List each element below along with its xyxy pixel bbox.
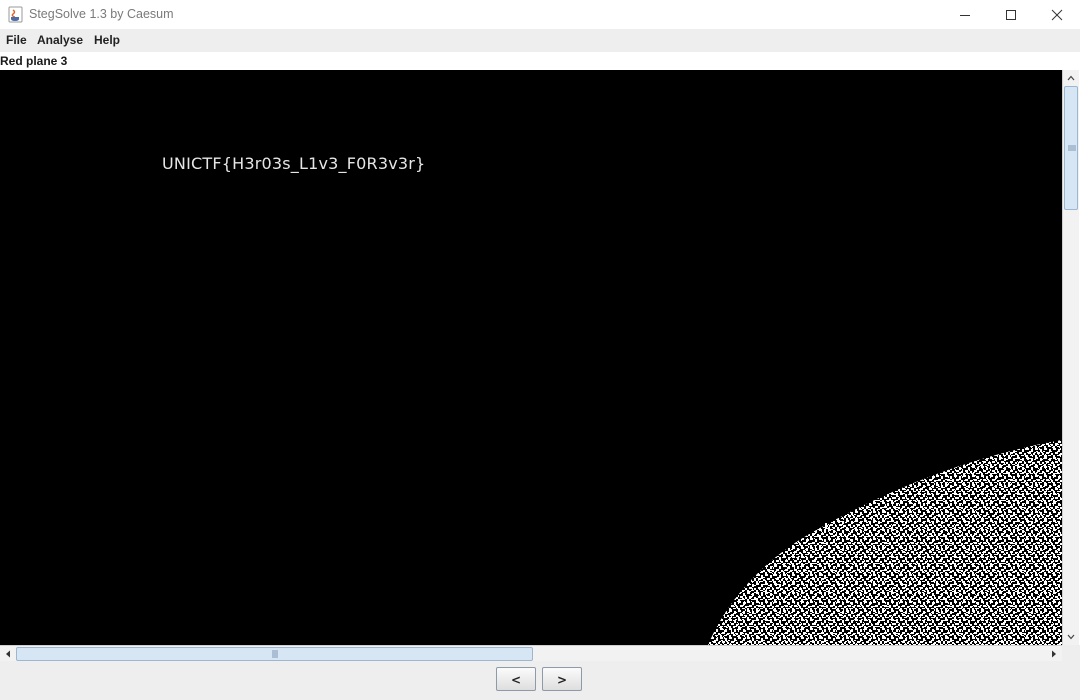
scroll-down-button[interactable] <box>1063 629 1079 645</box>
minimize-icon <box>960 14 970 16</box>
vertical-scroll-thumb[interactable] <box>1064 86 1078 210</box>
horizontal-scroll-thumb[interactable] <box>16 647 533 661</box>
menu-file[interactable]: File <box>6 33 27 47</box>
next-plane-button[interactable]: > <box>542 667 582 691</box>
close-button[interactable] <box>1034 0 1080 29</box>
image-viewport[interactable]: UNICTF{H3r03s_L1v3_F0R3v3r} <box>0 70 1062 645</box>
chevron-left-icon <box>6 650 10 658</box>
maximize-icon <box>1006 9 1016 20</box>
scroll-left-button[interactable] <box>0 646 16 662</box>
maximize-button[interactable] <box>988 0 1034 29</box>
grip-icon <box>1068 145 1076 151</box>
window-title: StegSolve 1.3 by Caesum <box>29 7 174 21</box>
navigation-bar: < > <box>0 661 1080 700</box>
scrollbar-corner <box>1062 645 1080 662</box>
title-bar: StegSolve 1.3 by Caesum <box>0 0 1080 29</box>
close-icon <box>1051 9 1063 20</box>
previous-plane-button[interactable]: < <box>496 667 536 691</box>
plane-label: Red plane 3 <box>0 54 68 68</box>
minimize-button[interactable] <box>942 0 988 29</box>
chevron-up-icon <box>1067 75 1075 81</box>
scroll-right-button[interactable] <box>1046 646 1062 662</box>
chevron-down-icon <box>1067 634 1075 640</box>
grip-icon <box>272 650 278 658</box>
menu-bar: File Analyse Help <box>0 29 1080 52</box>
scroll-up-button[interactable] <box>1063 70 1079 86</box>
chevron-right-icon <box>1052 650 1056 658</box>
noise-pattern-image <box>708 440 1062 645</box>
vertical-scrollbar[interactable] <box>1062 70 1079 645</box>
java-cup-icon <box>8 6 23 23</box>
menu-analyse[interactable]: Analyse <box>37 33 83 47</box>
horizontal-scrollbar[interactable] <box>0 645 1062 662</box>
menu-help[interactable]: Help <box>94 33 120 47</box>
